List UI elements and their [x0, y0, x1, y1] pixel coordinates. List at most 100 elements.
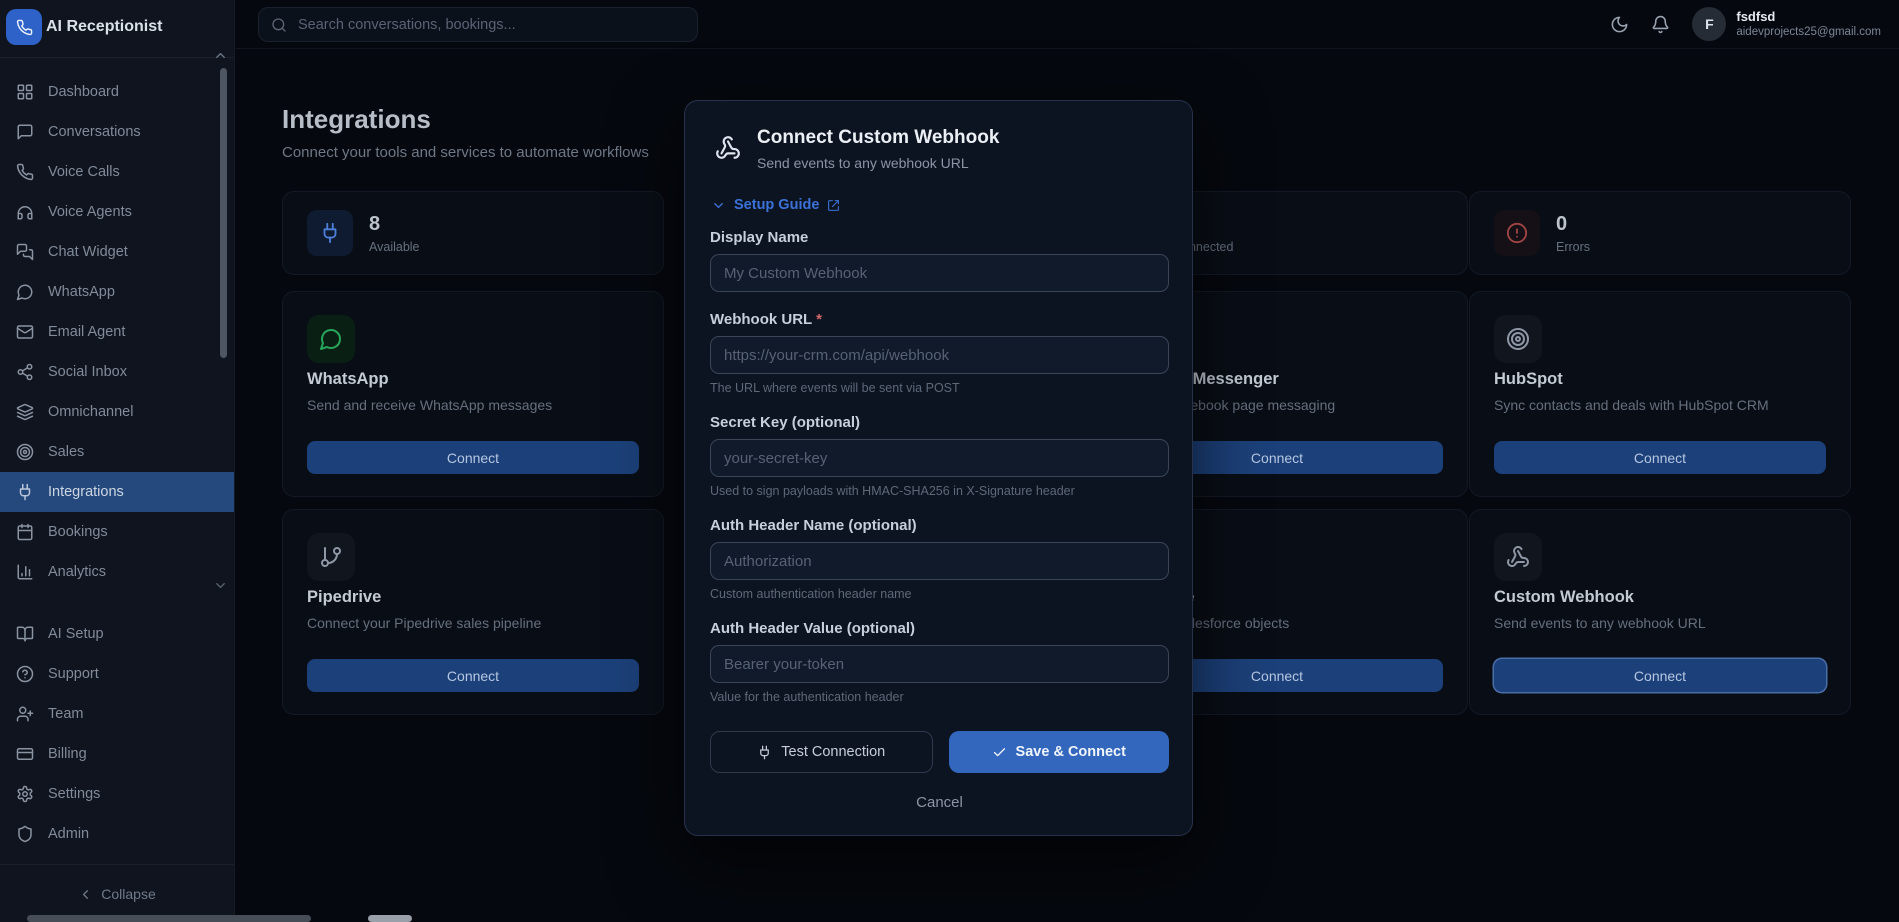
auth-header-value-input[interactable]	[710, 645, 1169, 683]
save-connect-button[interactable]: Save & Connect	[949, 731, 1170, 773]
app-root: AI Receptionist DashboardConversations Vo…	[0, 0, 1899, 922]
field-helper: Value for the authentication header	[710, 690, 1169, 704]
field-label: Webhook URL *	[710, 311, 1169, 328]
sidebar-item-email-agent[interactable]: Email Agent	[0, 312, 234, 352]
sidebar-item-omnichannel[interactable]: Omnichannel	[0, 392, 234, 432]
horizontal-scrollbar-thumb-2[interactable]	[368, 915, 412, 922]
sidebar-scrollbar-thumb[interactable]	[220, 68, 227, 358]
sidebar-item-social-inbox[interactable]: Social Inbox	[0, 352, 234, 392]
modal-title: Connect Custom Webhook	[757, 127, 999, 149]
stat-text: 8Available	[369, 213, 420, 254]
field-helper: Custom authentication header name	[710, 587, 1169, 601]
message-circle-icon	[319, 327, 343, 351]
connect-button[interactable]: Connect	[307, 441, 639, 474]
connect-button[interactable]: Connect	[1494, 441, 1826, 474]
app-title: AI Receptionist	[46, 18, 162, 36]
stat-icon-box	[307, 210, 353, 256]
webhook-icon	[1506, 545, 1530, 569]
connect-button[interactable]: Connect	[1494, 659, 1826, 692]
field-helper: Used to sign payloads with HMAC-SHA256 i…	[710, 484, 1169, 498]
sidebar-item-billing[interactable]: Billing	[0, 734, 234, 774]
test-connection-button[interactable]: Test Connection	[710, 731, 933, 773]
sidebar-item-integrations[interactable]: Integrations	[0, 472, 234, 512]
message-circle-icon	[16, 283, 34, 301]
field-label: Auth Header Value (optional)	[710, 620, 1169, 637]
search-icon	[271, 17, 287, 33]
sidebar-item-dashboard[interactable]: Dashboard	[0, 72, 234, 112]
search-input[interactable]	[296, 16, 685, 34]
shield-icon	[16, 825, 34, 843]
field-label: Auth Header Name (optional)	[710, 517, 1169, 534]
sidebar-item-sales[interactable]: Sales	[0, 432, 234, 472]
check-icon	[992, 745, 1007, 760]
moon-icon[interactable]	[1610, 15, 1629, 34]
sidebar-item-voice-calls[interactable]: Voice Calls	[0, 152, 234, 192]
alert-circle-icon	[1506, 222, 1528, 244]
messages-square-icon	[16, 243, 34, 261]
auth-header-name-input[interactable]	[710, 542, 1169, 580]
search-bar[interactable]	[258, 7, 698, 42]
integration-icon-box	[1494, 315, 1542, 363]
topbar: F fsdfsd aidevprojects25@gmail.com	[234, 0, 1899, 49]
page-title: Integrations	[282, 104, 431, 135]
cancel-button[interactable]: Cancel	[710, 794, 1169, 811]
sidebar-item-support[interactable]: Support	[0, 654, 234, 694]
field-helper: The URL where events will be sent via PO…	[710, 381, 1169, 395]
plug-icon	[757, 745, 772, 760]
sidebar-item-voice-agents[interactable]: Voice Agents	[0, 192, 234, 232]
field-label: Display Name	[710, 229, 1169, 246]
bar-chart-icon	[16, 563, 34, 581]
user-menu[interactable]: F fsdfsd aidevprojects25@gmail.com	[1692, 7, 1881, 41]
chevron-down-icon	[711, 198, 726, 213]
display-name-input[interactable]	[710, 254, 1169, 292]
sidebar-item-ai-setup[interactable]: AI Setup	[0, 614, 234, 654]
sidebar-item-chat-widget[interactable]: Chat Widget	[0, 232, 234, 272]
external-link-icon	[827, 199, 840, 212]
collapse-button[interactable]: Collapse	[0, 876, 234, 912]
secret-key-input[interactable]	[710, 439, 1169, 477]
field-display-name: Display Name	[710, 229, 1169, 292]
user-plus-icon	[16, 705, 34, 723]
integration-title: Custom Webhook	[1494, 588, 1634, 607]
share-icon	[16, 363, 34, 381]
setup-guide-label: Setup Guide	[734, 197, 819, 213]
scroll-down-icon[interactable]	[213, 578, 228, 598]
stat-card-errors: 0Errors	[1469, 191, 1851, 275]
field-auth-header-name: Auth Header Name (optional) Custom authen…	[710, 517, 1169, 601]
sidebar-item-bookings[interactable]: Bookings	[0, 512, 234, 552]
webhook-url-input[interactable]	[710, 336, 1169, 374]
sidebar-item-team[interactable]: Team	[0, 694, 234, 734]
connect-button[interactable]: Connect	[307, 659, 639, 692]
sidebar-item-analytics[interactable]: Analytics	[0, 552, 234, 592]
settings-icon	[16, 785, 34, 803]
external-link-icon	[827, 199, 840, 212]
sidebar-nav-primary: DashboardConversations Voice Calls Voice A…	[0, 72, 234, 592]
calendar-icon	[16, 523, 34, 541]
integration-title: Pipedrive	[307, 588, 381, 607]
setup-guide-link[interactable]: Setup Guide	[711, 197, 840, 213]
stat-value: 8	[369, 213, 420, 237]
sidebar-item-label: Integrations	[48, 484, 124, 500]
avatar[interactable]: F	[1692, 7, 1726, 41]
fields: Display Name Webhook URL * The URL where e…	[710, 229, 1169, 704]
modal-form: Display Name Webhook URL * The URL where e…	[710, 229, 1169, 811]
horizontal-scrollbar-thumb[interactable]	[27, 915, 311, 922]
sidebar: AI Receptionist DashboardConversations Vo…	[0, 0, 235, 922]
stat-text: 0Errors	[1556, 213, 1590, 254]
bell-icon[interactable]	[1651, 15, 1670, 34]
phone-icon	[16, 163, 34, 181]
sidebar-item-conversations[interactable]: Conversations	[0, 112, 234, 152]
plug-icon	[757, 745, 772, 760]
sidebar-item-admin[interactable]: Admin	[0, 814, 234, 854]
phone-icon	[16, 19, 33, 36]
sidebar-item-label: Email Agent	[48, 324, 125, 340]
scroll-up-icon[interactable]	[213, 48, 228, 68]
stat-value: 0	[1556, 213, 1590, 237]
integration-icon-box	[1494, 533, 1542, 581]
webhook-icon	[715, 135, 741, 166]
sidebar-item-whatsapp[interactable]: WhatsApp	[0, 272, 234, 312]
sidebar-item-label: Bookings	[48, 524, 108, 540]
sidebar-item-label: Settings	[48, 786, 100, 802]
sidebar-item-settings[interactable]: Settings	[0, 774, 234, 814]
sidebar-item-label: Voice Calls	[48, 164, 120, 180]
